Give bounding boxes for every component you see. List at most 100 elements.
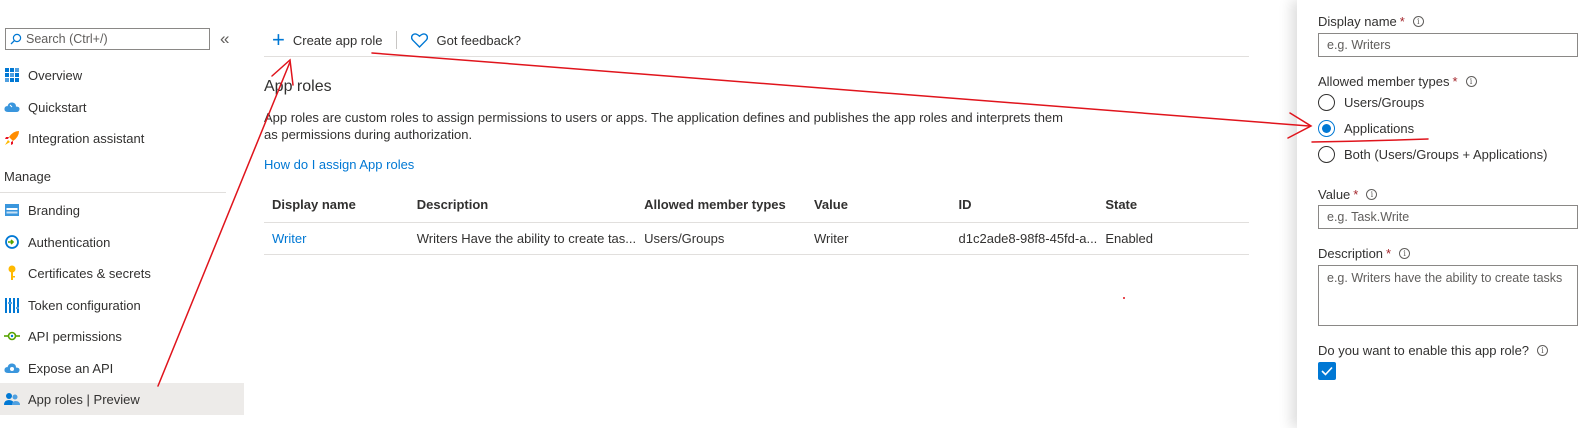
col-header-display-name[interactable]: Display name [264,188,409,223]
radio-label: Both (Users/Groups + Applications) [1344,147,1548,162]
nav-label: Authentication [28,234,111,250]
description-label: Description * i [1318,246,1411,261]
info-icon[interactable]: i [1399,248,1411,259]
page-title: App roles [264,78,332,95]
left-nav: Search (Ctrl+/) « Overview Quickstart In… [0,0,244,428]
toolbar-separator [396,31,398,49]
feedback-button[interactable]: Got feedback? [403,25,529,55]
display-name-label-text: Display name [1318,14,1397,29]
description-placeholder: e.g. Writers have the ability to create … [1327,271,1563,285]
table-row[interactable]: Writer Writers Have the ability to creat… [264,222,1249,255]
radio-label: Applications [1344,121,1415,136]
annotation-dot [1123,297,1125,299]
grid-icon [4,67,20,83]
radio-applications[interactable]: Applications [1318,120,1414,137]
role-member-types: Users/Groups [636,222,806,255]
nav-label: Quickstart [28,99,87,115]
enable-label: Do you want to enable this app role? i [1318,343,1549,358]
required-mark: * [1452,74,1458,89]
value-placeholder: e.g. Task.Write [1327,210,1410,224]
nav-item-authentication[interactable]: Authentication [0,226,244,258]
nav-item-quickstart[interactable]: Quickstart [0,91,244,123]
radio-users-groups[interactable]: Users/Groups [1318,94,1424,111]
info-icon[interactable]: i [1412,16,1424,27]
plus-icon: + [272,27,285,52]
member-types-label: Allowed member types * i [1318,74,1477,89]
assign-app-roles-link[interactable]: How do I assign App roles [264,157,414,172]
nav-item-api-permissions[interactable]: API permissions [0,320,244,352]
col-header-description[interactable]: Description [408,188,637,223]
heart-icon [411,32,429,48]
key-icon [4,265,20,281]
search-input[interactable]: Search (Ctrl+/) [5,28,210,50]
value-field[interactable]: e.g. Task.Write [1318,205,1578,229]
radio-circle[interactable] [1318,94,1335,111]
nav-label: Integration assistant [28,130,145,146]
enable-label-text: Do you want to enable this app role? [1318,343,1530,358]
nav-item-branding[interactable]: Branding [0,194,244,226]
nav-label: Branding [28,202,81,218]
nav-label: Overview [28,67,83,83]
manage-heading: Manage [4,169,51,184]
role-display-name-link[interactable]: Writer [264,222,409,255]
nav-item-app-roles[interactable]: App roles | Preview [0,383,244,415]
nav-item-certificates-secrets[interactable]: Certificates & secrets [0,257,244,289]
nav-label: Expose an API [28,360,114,376]
collapse-nav-button[interactable]: « [220,28,229,50]
cloud-api-icon [4,360,20,376]
page-description: App roles are custom roles to assign per… [264,110,1063,142]
nav-item-overview[interactable]: Overview [0,59,244,91]
cloud-icon [4,99,20,115]
api-permissions-icon [4,328,20,344]
col-header-id[interactable]: ID [950,188,1098,223]
enable-checkbox[interactable] [1318,362,1336,380]
role-value: Writer [805,222,951,255]
display-name-placeholder: e.g. Writers [1327,38,1391,52]
required-mark: * [1386,246,1392,261]
radio-both[interactable]: Both (Users/Groups + Applications) [1318,146,1547,163]
info-icon[interactable]: i [1465,76,1477,87]
rocket-icon [4,130,20,146]
role-id: d1c2ade8-98f8-45fd-a... [950,222,1098,255]
role-description: Writers Have the ability to create tas..… [408,222,637,255]
nav-label: API permissions [28,328,122,344]
feedback-label: Got feedback? [436,32,522,48]
radio-circle[interactable] [1318,146,1335,163]
radio-label: Users/Groups [1344,95,1425,110]
nav-item-integration-assistant[interactable]: Integration assistant [0,122,244,154]
member-types-label-text: Allowed member types [1318,74,1450,89]
table-header-row: Display name Description Allowed member … [264,188,1249,223]
nav-label: Certificates & secrets [28,265,151,281]
nav-label: Token configuration [28,297,141,313]
required-mark: * [1399,14,1405,29]
create-app-role-button[interactable]: + Create app role [264,25,390,55]
create-app-role-panel: Display name * i e.g. Writers Allowed memb… [1297,0,1592,428]
role-state: Enabled [1097,222,1249,255]
nav-item-token-configuration[interactable]: Token configuration [0,289,244,321]
nav-label: App roles | Preview [28,391,140,407]
display-name-field[interactable]: e.g. Writers [1318,33,1578,57]
checkmark-icon [1321,366,1333,376]
value-label-text: Value [1318,187,1351,202]
search-icon [10,33,22,45]
description-label-text: Description [1318,246,1384,261]
col-header-value[interactable]: Value [805,188,951,223]
required-mark: * [1353,187,1359,202]
search-placeholder: Search (Ctrl+/) [26,32,108,46]
info-icon[interactable]: i [1537,345,1549,356]
radio-circle-selected[interactable] [1318,120,1335,137]
create-app-role-label: Create app role [292,32,383,48]
display-name-label: Display name * i [1318,14,1424,29]
col-header-state[interactable]: State [1097,188,1249,223]
command-bar: + Create app role Got feedback? [264,24,1249,57]
nav-item-expose-an-api[interactable]: Expose an API [0,352,244,384]
value-label: Value * i [1318,187,1378,202]
users-icon [4,391,20,407]
col-header-allowed-member-types[interactable]: Allowed member types [636,188,806,223]
token-bars-icon [4,297,20,313]
info-icon[interactable]: i [1366,189,1378,200]
description-textarea[interactable]: e.g. Writers have the ability to create … [1318,265,1578,326]
branding-icon [4,202,20,218]
app-roles-table: Display name Description Allowed member … [264,188,1249,255]
authentication-icon [4,234,20,250]
